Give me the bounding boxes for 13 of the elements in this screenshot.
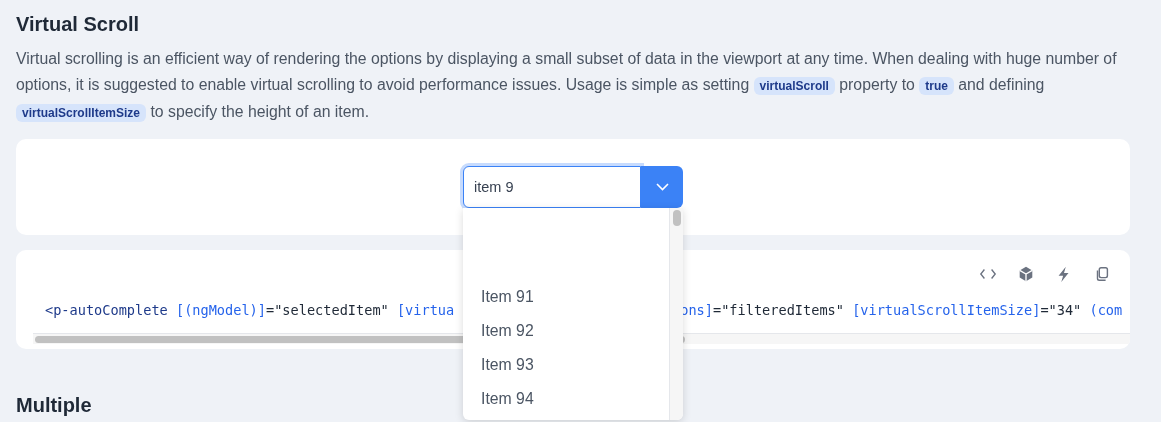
autocomplete-input[interactable]: item 9	[463, 165, 641, 208]
dropdown-option[interactable]: Item 92	[463, 313, 669, 348]
dropdown-button[interactable]	[641, 165, 683, 208]
dropdown-option[interactable]: Item 93	[463, 347, 669, 382]
section-title: Virtual Scroll	[16, 12, 140, 36]
chevron-down-icon	[655, 182, 669, 191]
cube-icon	[1017, 264, 1035, 283]
dropdown-option[interactable]: Item 94	[463, 381, 669, 416]
code-text: <p-autoComplete [(ngModel)]="selectedItem" [virtua	[45, 300, 455, 320]
scrollbar[interactable]	[669, 207, 683, 420]
description: Virtual scrolling is an efficient way of rendering the options by displaying a small subset of data in the viewport at any time. When dealing with huge number of options, it is suggested to enable virtual scrolling to avoid performance issues. Usage is simple as setting virtualScroll property to true and defining virtualScrollItemSize to specify the height of an item.	[16, 49, 1118, 124]
section-title: Multiple	[16, 392, 92, 417]
dropdown-option[interactable]: Item 91	[463, 279, 669, 314]
